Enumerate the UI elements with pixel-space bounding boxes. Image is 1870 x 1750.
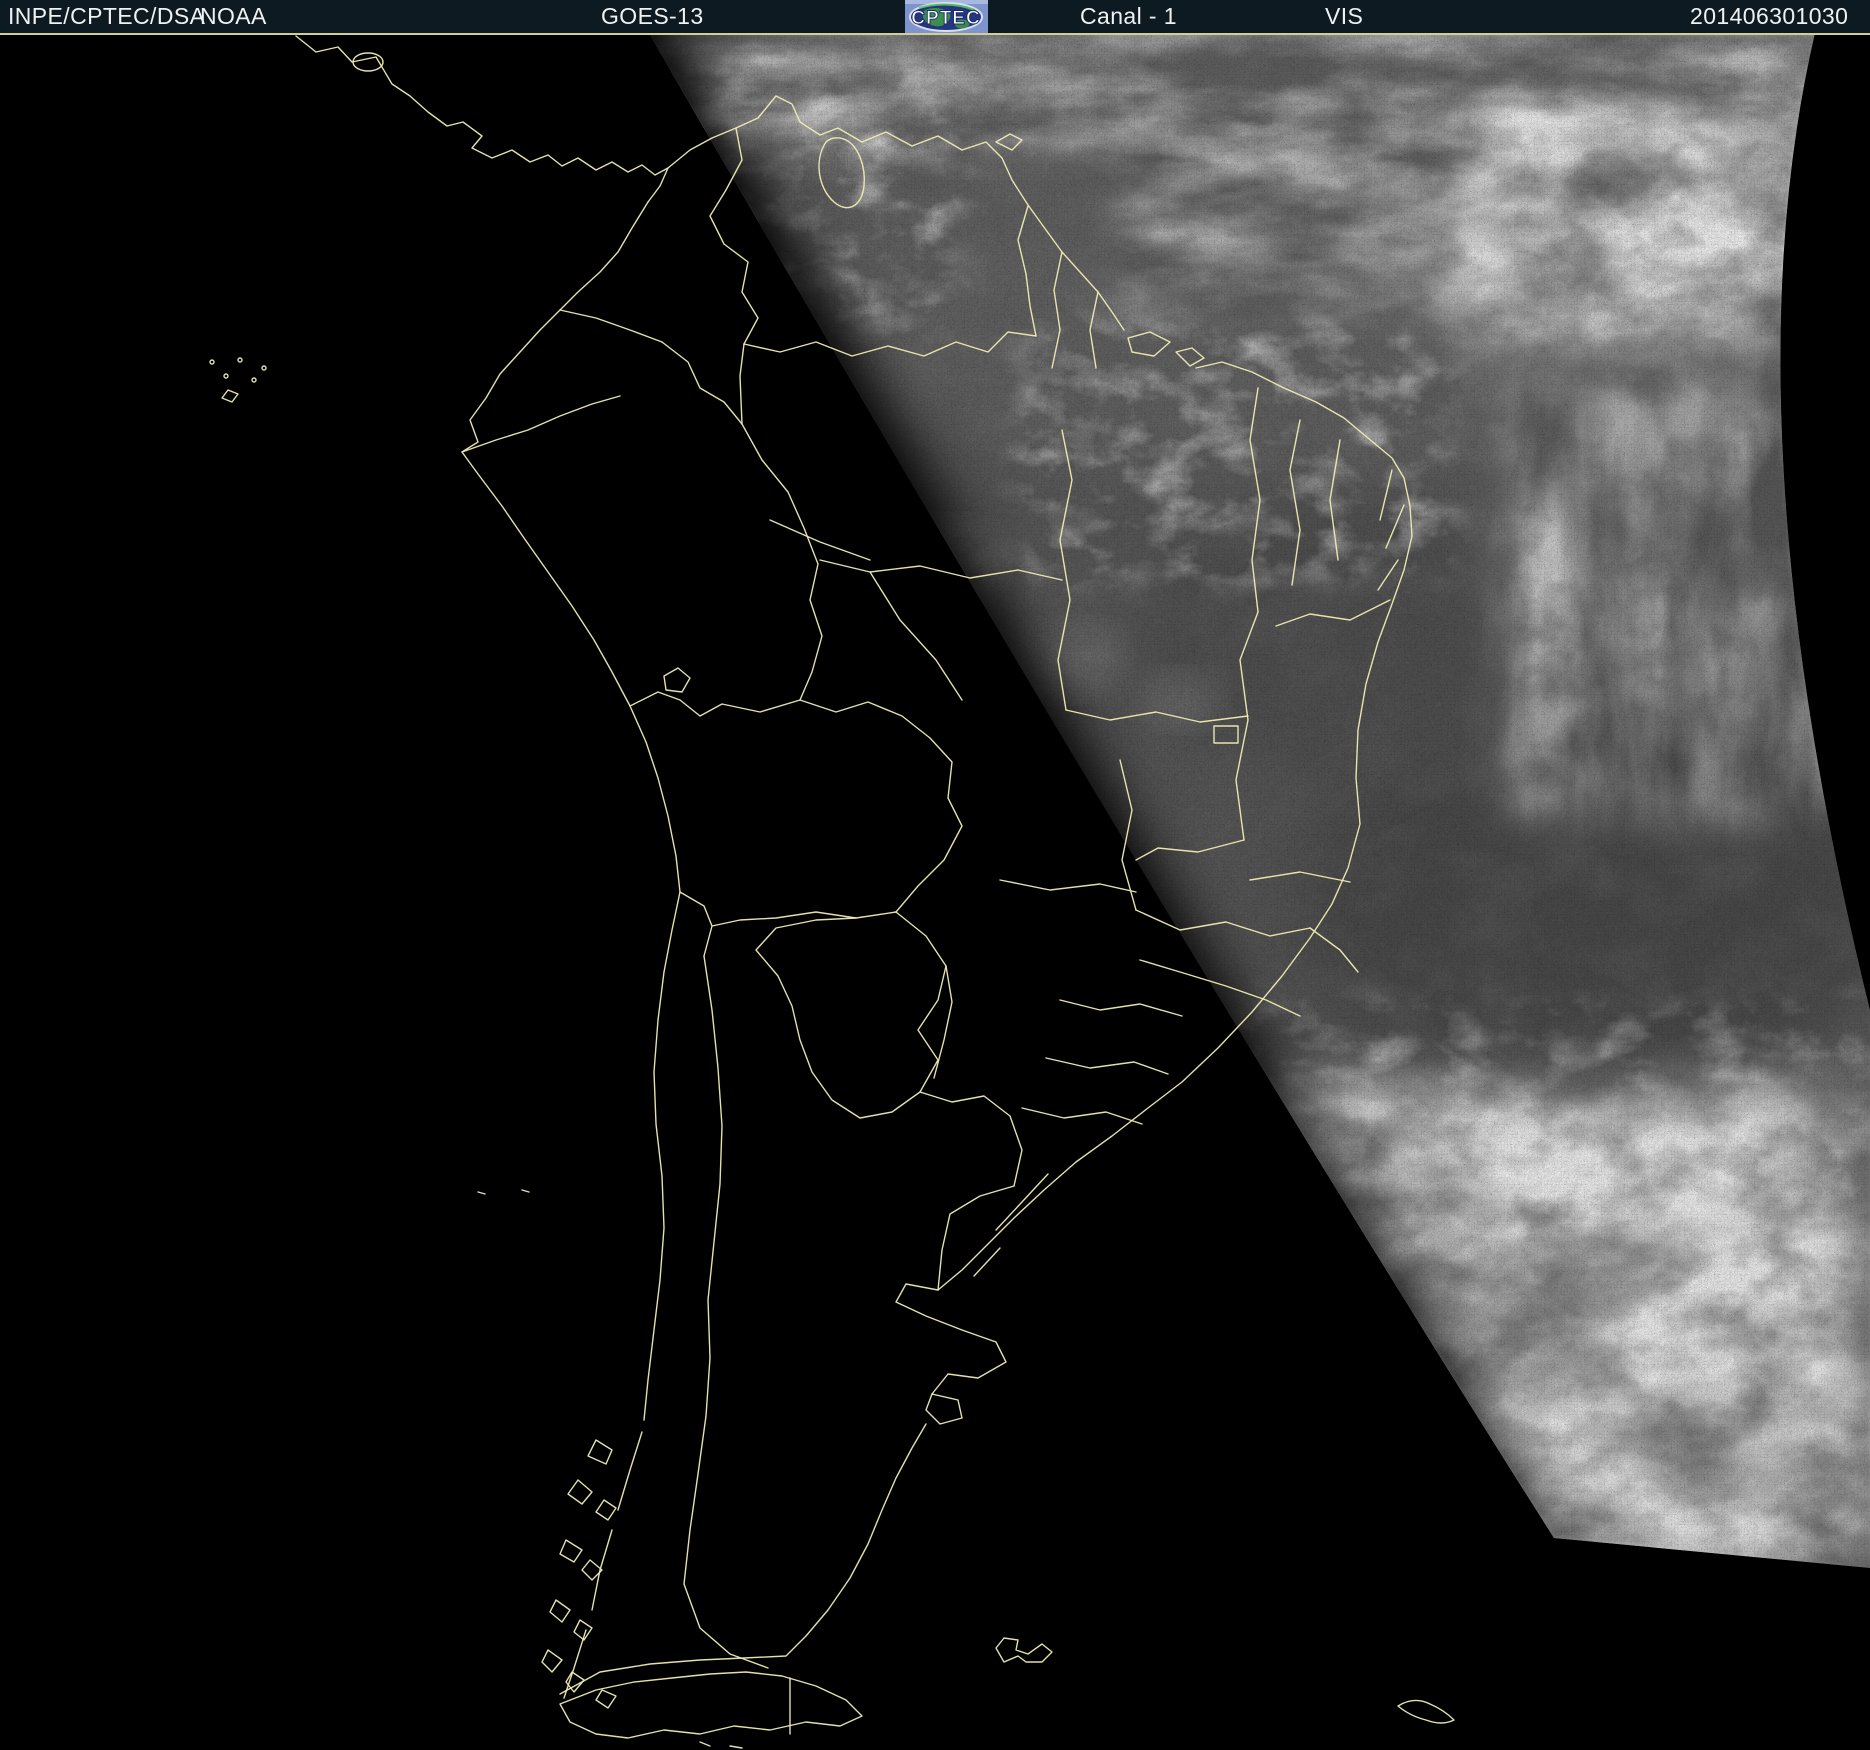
satellite-image: GOES-13 visible channel satellite image … bbox=[0, 0, 1870, 1750]
logo-text: CPTEC bbox=[911, 8, 980, 29]
band-label: VIS bbox=[1325, 3, 1364, 29]
agency-label: NOAA bbox=[200, 3, 267, 29]
map-frame-line bbox=[0, 33, 1870, 35]
cptec-logo: CPTEC bbox=[905, 0, 988, 33]
source-label: INPE/CPTEC/DSA bbox=[8, 3, 206, 29]
satellite-label: GOES-13 bbox=[601, 3, 704, 29]
timestamp-label: 201406301030 bbox=[1690, 3, 1849, 29]
channel-label: Canal - 1 bbox=[1080, 3, 1177, 29]
scan-south-edge bbox=[0, 1539, 1870, 1750]
